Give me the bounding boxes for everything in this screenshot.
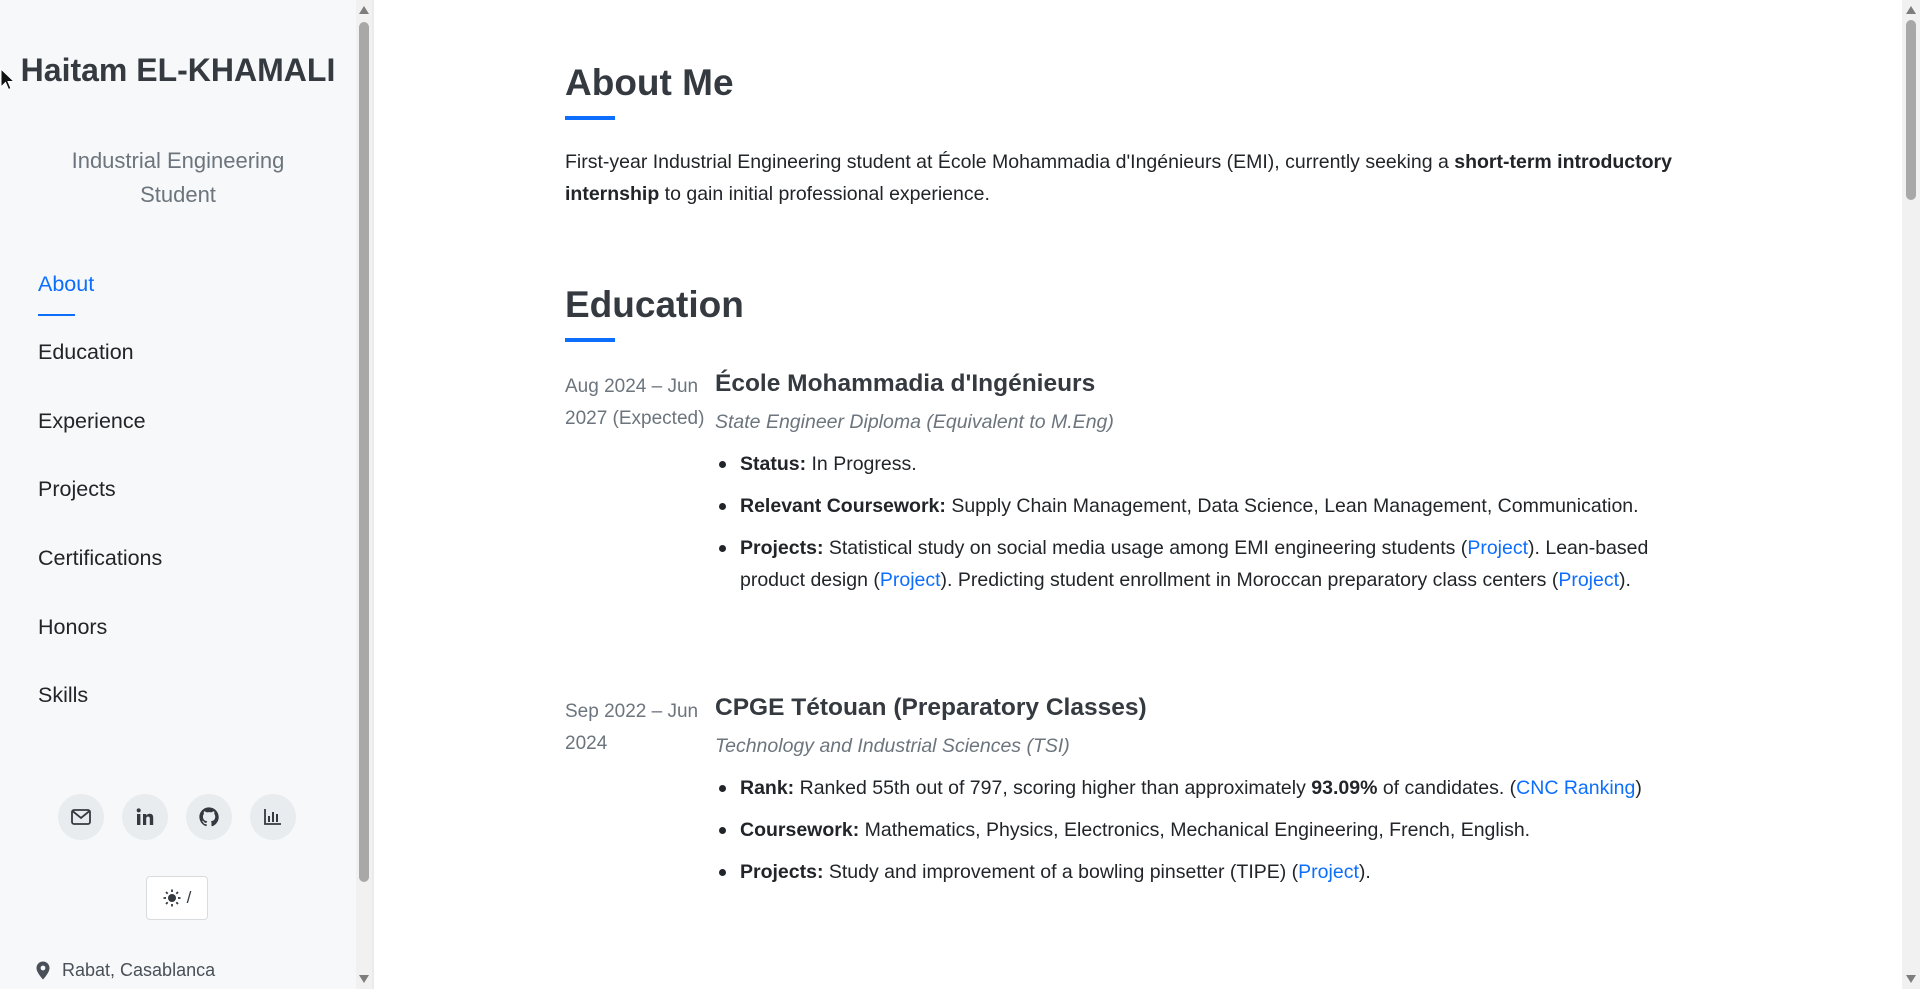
mouse-cursor-icon [0, 68, 16, 91]
github-button[interactable] [186, 794, 232, 840]
location-text: Rabat, Casablanca [62, 960, 216, 980]
education-details: Status: In Progress. Relevant Coursework… [715, 448, 1715, 596]
education-heading-underline [565, 338, 615, 342]
list-item: Status: In Progress. [715, 448, 1715, 480]
linkedin-icon [136, 808, 154, 825]
mail-icon [71, 809, 91, 825]
degree-name: Technology and Industrial Sciences (TSI) [715, 735, 1070, 757]
scroll-up-arrow-icon[interactable] [359, 6, 369, 14]
nav-item-about[interactable]: About [38, 272, 94, 316]
scroll-down-arrow-icon[interactable] [1906, 975, 1916, 983]
page-scroll-thumb[interactable] [1906, 20, 1916, 200]
theme-toggle-button[interactable]: / [146, 876, 208, 920]
about-text-end: to gain initial professional experience. [659, 183, 990, 205]
education-heading: Education [565, 284, 744, 325]
scroll-up-arrow-icon[interactable] [1906, 6, 1916, 14]
rank-text: ) [1635, 777, 1642, 799]
status-label: Status: [740, 453, 807, 475]
projects-label: Projects: [740, 537, 824, 559]
education-date: Sep 2022 – Jun 2024 [565, 701, 699, 754]
projects-text: ). Predicting student enrollment in Moro… [940, 569, 1559, 591]
profile-title: Industrial Engineering Student [71, 148, 285, 207]
linkedin-button[interactable] [122, 794, 168, 840]
school-name: École Mohammadia d'Ingénieurs [715, 370, 1096, 397]
status-text: In Progress. [806, 453, 917, 475]
coursework-label: Coursework: [740, 819, 860, 841]
rank-text: of candidates. ( [1377, 777, 1517, 799]
project-link[interactable]: Project [1558, 569, 1619, 591]
map-pin-icon [36, 961, 50, 980]
education-date: Aug 2024 – Jun 2027 (Expected) [565, 376, 705, 429]
sidebar: Haitam EL-KHAMALI Industrial Engineering… [0, 0, 356, 989]
list-item: Relevant Coursework: Supply Chain Manage… [715, 490, 1715, 522]
nav-item-honors[interactable]: Honors [38, 615, 107, 655]
list-item: Projects: Study and improvement of a bow… [715, 856, 1715, 888]
scroll-down-arrow-icon[interactable] [359, 975, 369, 983]
about-heading: About Me [565, 62, 734, 103]
projects-text: Study and improvement of a bowling pinse… [823, 861, 1299, 883]
project-link[interactable]: Project [1467, 537, 1528, 559]
project-link[interactable]: Project [1298, 861, 1359, 883]
nav-item-projects[interactable]: Projects [38, 477, 116, 517]
github-icon [199, 807, 219, 827]
page-scrollbar[interactable] [1902, 0, 1920, 989]
about-text-start: First-year Industrial Engineering studen… [565, 151, 1455, 173]
sidebar-scroll-thumb[interactable] [359, 22, 369, 882]
sidebar-scrollbar[interactable] [356, 0, 372, 989]
chart-icon [264, 809, 281, 825]
projects-label: Projects: [740, 861, 824, 883]
rank-label: Rank: [740, 777, 795, 799]
nav-item-skills[interactable]: Skills [38, 683, 88, 723]
sun-icon [163, 889, 181, 907]
about-paragraph: First-year Industrial Engineering studen… [565, 146, 1685, 210]
degree-name: State Engineer Diploma (Equivalent to M.… [715, 411, 1114, 433]
nav-item-certifications[interactable]: Certifications [38, 546, 162, 586]
projects-text: ). [1358, 861, 1371, 883]
list-item: Coursework: Mathematics, Physics, Electr… [715, 814, 1715, 846]
list-item: Projects: Statistical study on social me… [715, 532, 1715, 596]
location: Rabat, Casablanca [36, 960, 215, 981]
profile-name: Haitam EL-KHAMALI [20, 52, 336, 88]
list-item: Rank: Ranked 55th out of 797, scoring hi… [715, 772, 1715, 804]
stats-button[interactable] [250, 794, 296, 840]
email-button[interactable] [58, 794, 104, 840]
main-content: About Me First-year Industrial Engineeri… [374, 0, 1902, 989]
rank-text: Ranked 55th out of 797, scoring higher t… [794, 777, 1312, 799]
cnc-ranking-link[interactable]: CNC Ranking [1516, 777, 1635, 799]
education-entry: École Mohammadia d'Ingénieurs State Engi… [715, 368, 1715, 606]
coursework-label: Relevant Coursework: [740, 495, 946, 517]
coursework-text: Supply Chain Management, Data Science, L… [945, 495, 1639, 517]
nav-item-education[interactable]: Education [38, 340, 134, 380]
rank-percent: 93.09% [1311, 777, 1378, 799]
coursework-text: Mathematics, Physics, Electronics, Mecha… [859, 819, 1531, 841]
education-details: Rank: Ranked 55th out of 797, scoring hi… [715, 772, 1715, 888]
school-name: CPGE Tétouan (Preparatory Classes) [715, 694, 1147, 721]
projects-text: ). [1619, 569, 1631, 591]
about-heading-underline [565, 116, 615, 120]
theme-separator: / [186, 888, 192, 907]
education-entry: CPGE Tétouan (Preparatory Classes) Techn… [715, 692, 1715, 898]
projects-text: Statistical study on social media usage … [823, 537, 1468, 559]
project-link[interactable]: Project [880, 569, 941, 591]
nav-item-experience[interactable]: Experience [38, 409, 146, 449]
